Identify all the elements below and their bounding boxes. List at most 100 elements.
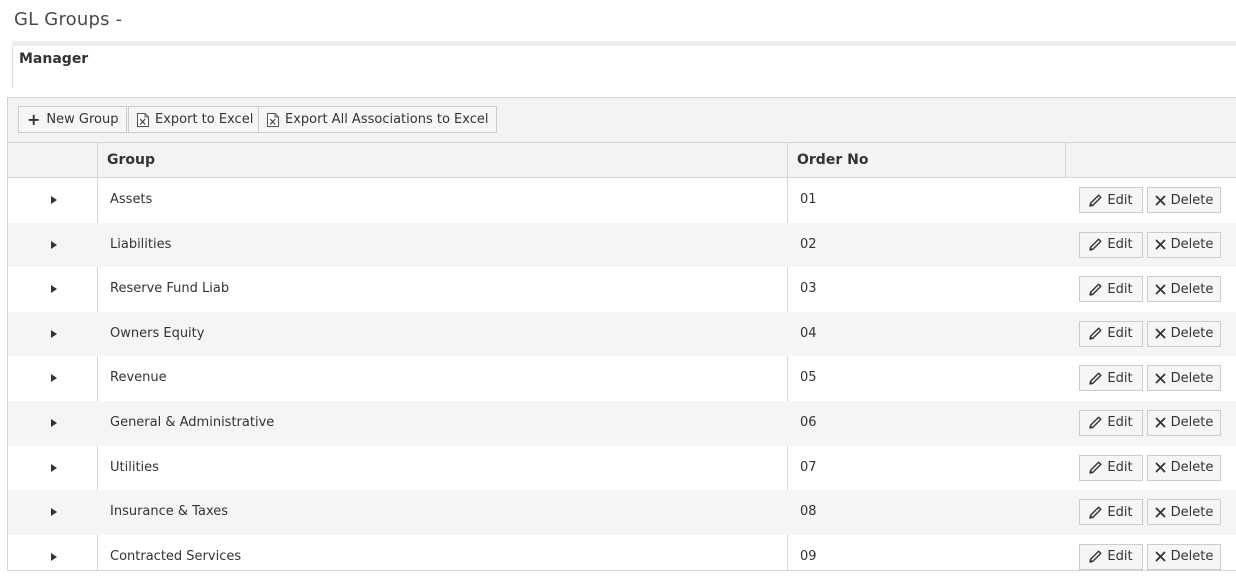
gl-groups-grid: + New Group Export to Excel Export All A… [7, 97, 1236, 571]
edit-button[interactable]: Edit [1079, 409, 1143, 436]
group-name-cell: Reserve Fund Liab [110, 281, 230, 297]
pencil-icon [1089, 550, 1102, 563]
edit-label: Edit [1107, 460, 1133, 476]
edit-label: Edit [1107, 549, 1133, 565]
edit-button[interactable]: Edit [1079, 320, 1143, 347]
close-icon [1155, 328, 1166, 339]
close-icon [1155, 284, 1166, 295]
header-order-no[interactable]: Order No [797, 143, 868, 177]
pencil-icon [1089, 194, 1102, 207]
table-row[interactable]: Revenue 05 Edit Delete [8, 356, 1236, 401]
delete-button[interactable]: Delete [1147, 276, 1221, 303]
table-row[interactable]: Contracted Services 09 Edit Delete [8, 535, 1236, 570]
edit-button[interactable]: Edit [1079, 231, 1143, 258]
delete-label: Delete [1170, 192, 1214, 208]
group-name-cell: Liabilities [110, 236, 172, 252]
pencil-icon [1089, 461, 1102, 474]
group-name-cell: Revenue [110, 370, 167, 386]
edit-label: Edit [1107, 415, 1133, 431]
close-icon [1155, 551, 1166, 562]
delete-button[interactable]: Delete [1147, 187, 1221, 213]
order-no-cell: 06 [800, 414, 817, 430]
triangle-right-icon [51, 329, 57, 338]
delete-button[interactable]: Delete [1147, 499, 1221, 526]
delete-button[interactable]: Delete [1147, 409, 1221, 436]
excel-file-icon [267, 112, 279, 127]
delete-label: Delete [1170, 460, 1214, 476]
table-row[interactable]: Reserve Fund Liab 03 Edit Delete [8, 267, 1236, 312]
order-no-cell: 02 [800, 236, 817, 252]
edit-label: Edit [1107, 504, 1133, 520]
column-divider [1065, 143, 1066, 178]
edit-label: Edit [1107, 370, 1133, 386]
close-icon [1155, 507, 1166, 518]
delete-label: Delete [1170, 415, 1214, 431]
table-body: Assets 01 Edit Delete Liabilities 02 Edit Delet… [8, 178, 1236, 570]
close-icon [1155, 239, 1166, 250]
edit-label: Edit [1107, 326, 1133, 342]
triangle-right-icon [51, 418, 57, 427]
delete-button[interactable]: Delete [1147, 543, 1221, 570]
edit-button[interactable]: Edit [1079, 276, 1143, 303]
delete-button[interactable]: Delete [1147, 231, 1221, 258]
pencil-icon [1089, 506, 1102, 519]
export-label: Export to Excel [155, 112, 254, 127]
expand-row-icon[interactable] [48, 401, 60, 445]
pencil-icon [1089, 372, 1102, 385]
pencil-icon [1089, 283, 1102, 296]
delete-button[interactable]: Delete [1147, 320, 1221, 347]
triangle-right-icon [51, 285, 57, 294]
table-row[interactable]: Owners Equity 04 Edit Delete [8, 311, 1236, 357]
table-row[interactable]: Liabilities 02 Edit Delete [8, 222, 1236, 268]
delete-button[interactable]: Delete [1147, 454, 1221, 481]
expand-row-icon[interactable] [48, 356, 60, 400]
group-name-cell: General & Administrative [110, 414, 275, 430]
expand-row-icon[interactable] [48, 223, 60, 267]
expand-row-icon[interactable] [48, 446, 60, 490]
delete-button[interactable]: Delete [1147, 365, 1221, 392]
group-name-cell: Contracted Services [110, 548, 242, 564]
triangle-right-icon [51, 196, 57, 204]
delete-label: Delete [1170, 370, 1214, 386]
export-all-associations-button[interactable]: Export All Associations to Excel [258, 106, 498, 133]
triangle-right-icon [51, 240, 57, 249]
order-no-cell: 07 [800, 459, 817, 475]
table-row[interactable]: Utilities 07 Edit Delete [8, 446, 1236, 491]
edit-button[interactable]: Edit [1079, 365, 1143, 392]
group-name-cell: Insurance & Taxes [110, 504, 229, 520]
edit-button[interactable]: Edit [1079, 543, 1143, 570]
edit-button[interactable]: Edit [1079, 187, 1143, 213]
expand-row-icon[interactable] [48, 312, 60, 356]
triangle-right-icon [51, 374, 57, 383]
new-group-button[interactable]: + New Group [18, 106, 128, 133]
expand-row-icon[interactable] [48, 490, 60, 534]
order-no-cell: 08 [800, 504, 817, 520]
delete-label: Delete [1170, 326, 1214, 342]
expand-row-icon[interactable] [48, 267, 60, 311]
header-group[interactable]: Group [107, 143, 155, 177]
new-group-label: New Group [46, 112, 119, 127]
table-row[interactable]: Insurance & Taxes 08 Edit Delete [8, 490, 1236, 535]
export-to-excel-button[interactable]: Export to Excel [128, 106, 263, 133]
table-row[interactable]: Assets 01 Edit Delete [8, 178, 1236, 223]
manager-label: Manager [19, 51, 89, 67]
edit-button[interactable]: Edit [1079, 454, 1143, 481]
edit-label: Edit [1107, 192, 1133, 208]
plus-icon: + [27, 109, 41, 129]
table-row[interactable]: General & Administrative 06 Edit Delete [8, 400, 1236, 446]
triangle-right-icon [51, 463, 57, 472]
order-no-cell: 01 [800, 192, 817, 207]
expand-row-icon[interactable] [48, 535, 60, 570]
delete-label: Delete [1170, 549, 1214, 565]
close-icon [1155, 462, 1166, 473]
grid-toolbar: + New Group Export to Excel Export All A… [8, 98, 1236, 143]
group-name-cell: Owners Equity [110, 325, 205, 341]
pencil-icon [1089, 416, 1102, 430]
pencil-icon [1089, 327, 1102, 340]
manager-panel: Manager [12, 46, 1236, 88]
edit-label: Edit [1107, 281, 1133, 297]
edit-button[interactable]: Edit [1079, 499, 1143, 526]
order-no-cell: 05 [800, 370, 817, 386]
triangle-right-icon [51, 552, 57, 561]
expand-row-icon[interactable] [48, 178, 60, 222]
